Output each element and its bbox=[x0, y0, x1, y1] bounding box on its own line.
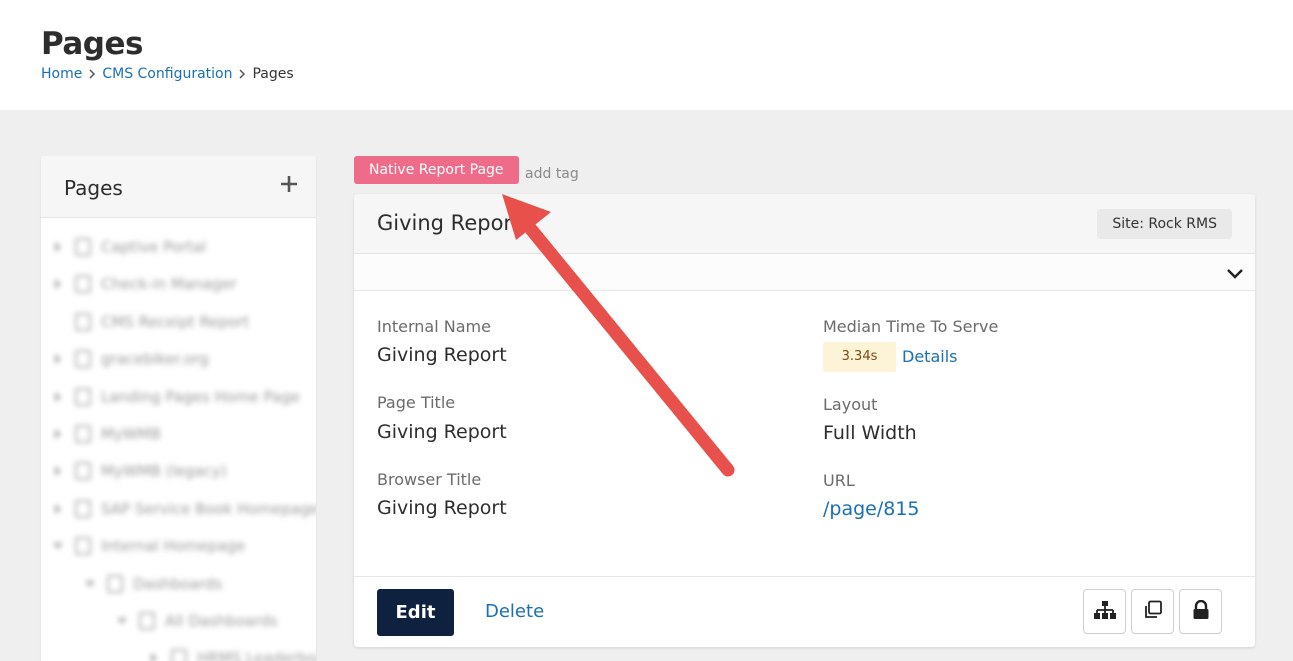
tree-item-label: CMS Receipt Report bbox=[101, 312, 250, 331]
url-label: URL bbox=[823, 471, 855, 490]
card-header: Giving Report Site: Rock RMS bbox=[354, 194, 1255, 254]
page-icon bbox=[171, 649, 187, 661]
sitemap-icon bbox=[1093, 600, 1116, 624]
page-title-label: Page Title bbox=[377, 393, 456, 412]
site-label: Site: Rock RMS bbox=[1097, 209, 1232, 239]
page-icon bbox=[107, 574, 123, 593]
page-icon bbox=[75, 312, 91, 331]
tree-item[interactable]: MyWMB (legacy) bbox=[53, 459, 227, 483]
page-icon bbox=[75, 537, 91, 556]
internal-name-value: Giving Report bbox=[377, 344, 507, 366]
median-time-badge: 3.34s bbox=[823, 342, 896, 372]
tree-item[interactable]: HRMS Leaderboards bbox=[149, 646, 316, 661]
breadcrumb-cms-configuration-link[interactable]: CMS Configuration bbox=[102, 66, 232, 82]
page-icon bbox=[75, 350, 91, 369]
copy-page-button[interactable] bbox=[1131, 589, 1174, 634]
card-footer: Edit Delete bbox=[354, 576, 1255, 647]
page-icon bbox=[75, 499, 91, 518]
copy-icon bbox=[1143, 600, 1163, 624]
tree-item-label: Captive Portal bbox=[101, 238, 207, 256]
median-time-label: Median Time To Serve bbox=[823, 317, 999, 336]
layout-label: Layout bbox=[823, 395, 878, 414]
browser-title-label: Browser Title bbox=[377, 470, 482, 489]
caret-right-icon[interactable] bbox=[53, 391, 63, 403]
tree-item[interactable]: All Dashboards bbox=[117, 609, 278, 633]
page-detail-card: Giving Report Site: Rock RMS Internal Na… bbox=[354, 194, 1255, 647]
page-icon bbox=[75, 387, 91, 406]
caret-right-icon[interactable] bbox=[53, 278, 63, 290]
caret-down-icon[interactable] bbox=[117, 615, 127, 627]
layout-value: Full Width bbox=[823, 422, 917, 444]
security-button[interactable] bbox=[1179, 589, 1222, 634]
pages-tree-header: Pages bbox=[41, 156, 316, 218]
details-link[interactable]: Details bbox=[902, 347, 957, 366]
tree-item-label: gracebiker.org bbox=[101, 350, 209, 369]
caret-right-icon[interactable] bbox=[53, 353, 63, 365]
add-tag-link[interactable]: add tag bbox=[525, 166, 579, 182]
caret-right-icon[interactable] bbox=[53, 503, 63, 515]
tree-item[interactable]: gracebiker.org bbox=[53, 347, 209, 371]
tree-item[interactable]: CMS Receipt Report bbox=[53, 310, 249, 334]
pages-tree-title: Pages bbox=[64, 176, 123, 200]
caret-right-icon[interactable] bbox=[53, 465, 63, 477]
breadcrumb-current: Pages bbox=[252, 66, 294, 82]
tree-item[interactable]: Dashboards bbox=[85, 572, 222, 596]
tree-item[interactable]: Check-in Manager bbox=[53, 272, 237, 296]
tree-item-label: All Dashboards bbox=[165, 612, 278, 630]
tree-item[interactable]: Landing Pages Home Page bbox=[53, 385, 300, 409]
child-pages-button[interactable] bbox=[1083, 589, 1126, 634]
page-icon bbox=[75, 238, 91, 256]
breadcrumb-home-link[interactable]: Home bbox=[41, 66, 82, 82]
collapse-bar[interactable] bbox=[354, 254, 1255, 291]
delete-button[interactable]: Delete bbox=[485, 601, 544, 622]
caret-down-icon[interactable] bbox=[85, 578, 95, 590]
card-title: Giving Report bbox=[377, 211, 521, 235]
chevron-right-icon bbox=[238, 69, 246, 79]
caret-down-icon[interactable] bbox=[53, 540, 63, 552]
page-icon bbox=[139, 612, 155, 630]
page-title: Pages bbox=[41, 26, 143, 62]
tree-item[interactable]: Internal Homepage bbox=[53, 534, 245, 558]
page-icon bbox=[75, 462, 91, 481]
tree-item-label: MyWMB (legacy) bbox=[101, 462, 227, 481]
page-title-value: Giving Report bbox=[377, 421, 507, 443]
plus-icon[interactable] bbox=[277, 172, 301, 196]
tree-item-label: Internal Homepage bbox=[101, 537, 246, 556]
caret-right-icon[interactable] bbox=[53, 241, 63, 253]
tree-item-label: HRMS Leaderboards bbox=[197, 649, 316, 661]
tag-badge[interactable]: Native Report Page bbox=[354, 156, 519, 184]
tree-item-label: SAP Service Book Homepage bbox=[101, 499, 316, 518]
tree-item-label: MyWMB bbox=[101, 425, 161, 443]
breadcrumb: Home CMS Configuration Pages bbox=[41, 66, 294, 82]
tree-item-label: Landing Pages Home Page bbox=[101, 387, 300, 406]
page-icon bbox=[75, 425, 91, 443]
tree-item[interactable]: MyWMB bbox=[53, 422, 161, 446]
edit-button[interactable]: Edit bbox=[377, 589, 454, 636]
caret-right-icon[interactable] bbox=[149, 652, 159, 661]
caret-right-icon[interactable] bbox=[53, 428, 63, 440]
lock-icon bbox=[1192, 599, 1210, 624]
tree-item[interactable]: Captive Portal bbox=[53, 235, 206, 259]
internal-name-label: Internal Name bbox=[377, 317, 491, 336]
browser-title-value: Giving Report bbox=[377, 497, 507, 519]
page-icon bbox=[75, 275, 91, 294]
url-link[interactable]: /page/815 bbox=[823, 498, 920, 520]
chevron-down-icon[interactable] bbox=[1225, 263, 1245, 283]
pages-tree-panel: Pages Captive Portal Check-in Manager CMS … bbox=[41, 156, 316, 661]
tree-item-label: Dashboards bbox=[133, 574, 223, 593]
tree-item-label: Check-in Manager bbox=[101, 275, 237, 294]
page-header: Pages Home CMS Configuration Pages bbox=[0, 0, 1293, 110]
tree-item[interactable]: SAP Service Book Homepage bbox=[53, 497, 316, 521]
chevron-right-icon bbox=[88, 69, 96, 79]
